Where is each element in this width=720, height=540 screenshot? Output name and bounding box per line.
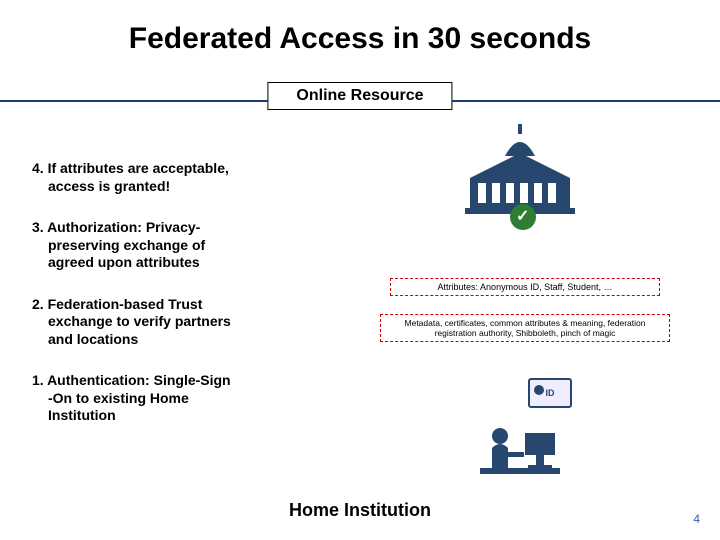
page-number: 4 — [693, 512, 700, 526]
step-4: 4. If attributes are acceptable, access … — [32, 160, 332, 195]
step-text: Institution — [32, 407, 332, 425]
slide: Federated Access in 30 seconds Online Re… — [0, 0, 720, 540]
step-text: agreed upon attributes — [32, 254, 332, 272]
steps-column: 4. If attributes are acceptable, access … — [32, 160, 332, 449]
step-num: 3. — [32, 219, 44, 235]
metadata-callout: Metadata, certificates, common attribute… — [380, 314, 670, 342]
step-text: preserving exchange of — [32, 237, 332, 255]
step-text: -On to existing Home — [32, 390, 332, 408]
step-1: 1. Authentication: Single-Sign -On to ex… — [32, 372, 332, 425]
step-num: 2. — [32, 296, 44, 312]
step-text: If attributes are acceptable, — [48, 160, 229, 176]
attributes-callout: Attributes: Anonymous ID, Staff, Student… — [390, 278, 660, 296]
step-text: and locations — [32, 331, 332, 349]
step-text: Authorization: Privacy- — [47, 219, 200, 235]
online-resource-label: Online Resource — [267, 82, 452, 110]
institution-building-icon — [460, 118, 580, 218]
step-2: 2. Federation-based Trust exchange to ve… — [32, 296, 332, 349]
id-card-label: ID — [546, 388, 555, 398]
home-institution-label: Home Institution — [289, 500, 431, 521]
step-text: Federation-based Trust — [48, 296, 203, 312]
step-text: access is granted! — [32, 178, 332, 196]
user-at-computer-icon — [470, 418, 570, 488]
diagram-graphic: Attributes: Anonymous ID, Staff, Student… — [380, 118, 640, 478]
step-text: exchange to verify partners — [32, 313, 332, 331]
step-num: 4. — [32, 160, 44, 176]
step-3: 3. Authorization: Privacy- preserving ex… — [32, 219, 332, 272]
slide-title: Federated Access in 30 seconds — [0, 0, 720, 56]
step-num: 1. — [32, 372, 44, 388]
step-text: Authentication: Single-Sign — [47, 372, 231, 388]
checkmark-badge-icon — [510, 204, 536, 230]
id-card-icon: ID — [528, 378, 572, 408]
